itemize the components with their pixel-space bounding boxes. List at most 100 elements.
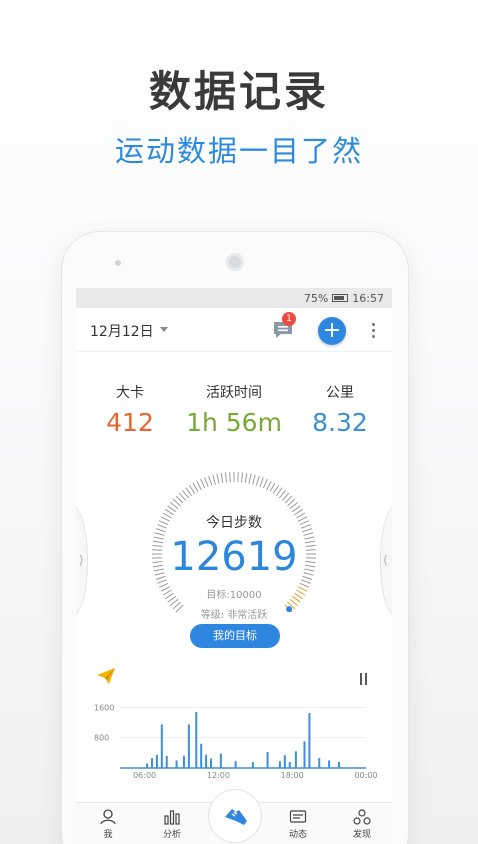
stat-label: 大卡 <box>116 385 144 401</box>
battery-percent: 75% <box>303 291 329 305</box>
gauge-tick <box>212 474 216 485</box>
hourly-steps-chart: 1600 800 06:00 12:00 18:00 00:00 <box>94 703 378 780</box>
gauge-tick <box>269 482 276 492</box>
tab-feed[interactable]: 动态 <box>278 809 318 840</box>
gauge-tick <box>244 472 248 483</box>
gauge-tick <box>262 478 268 489</box>
stat-active-time[interactable]: 活跃时间 1h 56m <box>184 382 284 437</box>
gauge-tick <box>208 475 213 486</box>
stat-value: 412 <box>106 408 154 437</box>
feed-icon <box>289 810 307 823</box>
gauge-tick <box>248 473 252 484</box>
gauge-tick <box>291 505 301 513</box>
gauge-tick <box>284 495 293 504</box>
gauge-tick <box>188 484 196 494</box>
gauge-tick <box>289 502 299 510</box>
chart-bar <box>210 758 213 768</box>
chart-bar <box>187 724 190 768</box>
stats-row: 大卡 412 活跃时间 1h 56m 公里 8.32 <box>76 382 392 452</box>
chart-bar <box>205 754 208 768</box>
phone-sensor <box>115 260 121 266</box>
gauge-tick <box>281 492 290 501</box>
discover-icon <box>353 809 371 825</box>
chart-toolbar <box>76 666 392 690</box>
gauge-label: 今日步数 <box>206 515 262 531</box>
paper-plane-icon[interactable] <box>96 666 116 686</box>
tab-label: 发现 <box>352 830 371 840</box>
add-button[interactable]: + <box>318 317 346 345</box>
chart-bar <box>182 755 185 768</box>
chart-bar <box>219 753 222 768</box>
chart-bar <box>308 713 311 768</box>
stat-label: 活跃时间 <box>206 385 262 401</box>
gauge-tick <box>178 492 187 501</box>
gauge-tick <box>287 498 296 507</box>
gauge-tick <box>272 484 280 494</box>
chart-bar <box>318 758 321 768</box>
gauge-tick <box>275 487 283 497</box>
bottom-tab-bar: 我 分析 动态 发现 <box>76 789 392 844</box>
gauge-tick <box>220 472 224 483</box>
app-screen: 75% 16:57 12月12日 1 + 大卡 412 活跃时间 1h 56m … <box>76 288 392 844</box>
x-tick-label: 12:00 <box>207 771 230 780</box>
step-count: 12619 <box>170 534 298 580</box>
gauge-tick <box>196 480 202 491</box>
gauge-tick <box>252 474 256 485</box>
date-selector[interactable]: 12月12日 <box>90 321 154 341</box>
chart-bar <box>165 755 168 768</box>
stat-value: 8.32 <box>312 408 368 437</box>
chart-bar <box>266 752 269 768</box>
chart-bar <box>288 761 291 768</box>
stat-value: 1h 56m <box>186 408 282 437</box>
y-tick-label: 800 <box>94 734 109 743</box>
gauge-tick <box>224 472 227 483</box>
chart-bar <box>303 741 306 768</box>
gauge-tick <box>259 477 264 487</box>
tab-label: 分析 <box>162 830 181 840</box>
status-bar: 75% 16:57 <box>76 288 392 308</box>
gauge-tick <box>229 472 231 483</box>
pause-icon[interactable] <box>360 670 370 685</box>
message-badge: 1 <box>282 312 296 326</box>
gauge-tick <box>278 489 286 499</box>
promo-subtitle: 运动数据一目了然 <box>114 134 363 168</box>
gauge-tick <box>182 489 190 499</box>
chart-bar <box>328 760 331 768</box>
tab-label: 动态 <box>288 830 307 840</box>
x-tick-label: 18:00 <box>281 771 304 780</box>
gauge-tick <box>185 487 193 497</box>
tab-label: 我 <box>103 830 113 840</box>
chevron-down-icon[interactable] <box>160 327 168 332</box>
gauge-tick <box>157 579 167 584</box>
stat-label: 公里 <box>326 385 354 401</box>
phone-camera <box>226 253 244 271</box>
app-bar: 12月12日 1 + <box>76 308 392 352</box>
gauge-tick <box>301 579 311 584</box>
chart-bar <box>175 760 178 768</box>
stat-distance[interactable]: 公里 8.32 <box>304 382 376 437</box>
running-shoe-button[interactable] <box>208 789 262 843</box>
y-tick-label: 1600 <box>94 703 114 712</box>
x-tick-label: 06:00 <box>133 771 156 780</box>
gauge-tick <box>266 480 272 491</box>
stat-calories[interactable]: 大卡 412 <box>100 382 160 437</box>
x-tick-label: 00:00 <box>354 771 377 780</box>
activity-level: 等级: 非常活跃 <box>200 610 268 621</box>
gauge-tick <box>216 473 220 484</box>
gauge-tick <box>255 475 260 486</box>
gauge-tick <box>241 472 244 483</box>
promo-title: 数据记录 <box>148 67 329 116</box>
chart-bar <box>155 754 158 768</box>
chart-bar <box>278 761 281 768</box>
tab-discover[interactable]: 发现 <box>342 809 382 840</box>
chart-bar <box>337 761 340 768</box>
gauge-tick <box>192 482 199 492</box>
chart-bar <box>294 751 297 768</box>
gauge-tick <box>204 477 209 487</box>
running-shoe-icon <box>225 809 247 825</box>
my-goal-button[interactable]: 我的目标 <box>190 624 280 648</box>
tab-me[interactable]: 我 <box>88 809 128 840</box>
bar-chart-icon <box>164 810 180 825</box>
tab-analysis[interactable]: 分析 <box>152 809 192 840</box>
more-vertical-icon[interactable] <box>368 320 378 342</box>
